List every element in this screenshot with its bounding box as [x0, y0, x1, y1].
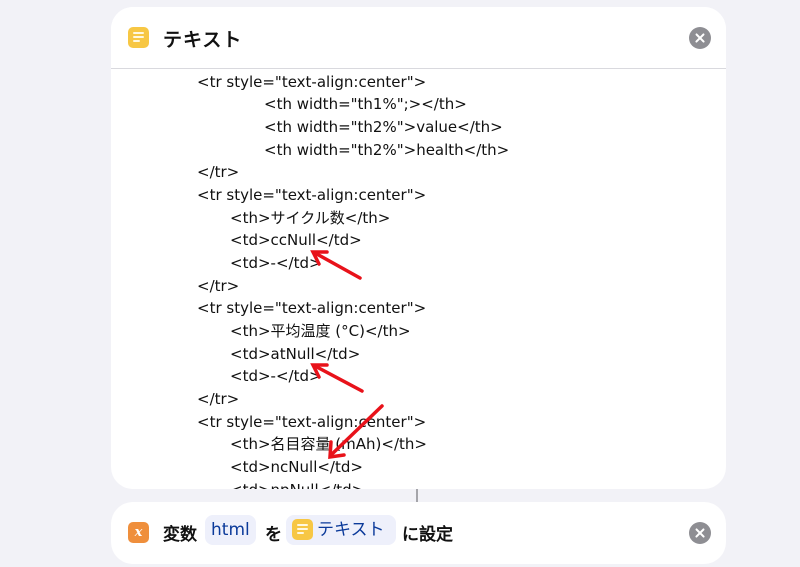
- code-line: <tr style="text-align:center">: [197, 299, 427, 317]
- action-connector: [416, 489, 418, 503]
- code-line: <th width="th1%";></th>: [264, 95, 467, 113]
- text-action-card[interactable]: テキスト <tr style="text-align:center"> <th …: [111, 7, 726, 489]
- code-line: <th>名目容量 (mAh)</th>: [230, 435, 427, 453]
- code-line: </tr>: [197, 163, 240, 181]
- code-line: <th>サイクル数</th>: [230, 209, 391, 227]
- code-line: <td>ncNull</td>: [230, 458, 363, 476]
- note-icon: [128, 27, 149, 48]
- code-line: <tr style="text-align:center">: [197, 186, 427, 204]
- code-line: </tr>: [197, 390, 240, 408]
- text-editor[interactable]: <tr style="text-align:center"> <th width…: [111, 70, 726, 489]
- code-line: <td>-</td>: [230, 367, 322, 385]
- code-line: <td>npNull</td>: [230, 480, 364, 489]
- set-variable-action-card[interactable]: x 変数 html を テキスト に設定: [111, 502, 726, 564]
- code-line: <th width="th2%">health</th>: [264, 141, 510, 159]
- action-suffix: に設定: [402, 525, 453, 545]
- variable-icon: x: [128, 522, 149, 543]
- variable-name-token[interactable]: html: [205, 515, 256, 545]
- value-token-label: テキスト: [317, 520, 385, 540]
- code-line: <th width="th2%">value</th>: [264, 118, 503, 136]
- close-icon[interactable]: [689, 27, 711, 49]
- code-line: </tr>: [197, 277, 240, 295]
- set-variable-row: x 変数 html を テキスト に設定: [111, 502, 726, 564]
- value-token[interactable]: テキスト: [286, 515, 396, 545]
- action-verb: 変数: [163, 525, 197, 545]
- particle-label: を: [265, 525, 282, 545]
- text-action-header: テキスト: [111, 7, 726, 69]
- code-line: <th>平均温度 (°C)</th>: [230, 322, 411, 340]
- code-line: <td>ccNull</td>: [230, 231, 362, 249]
- code-line: <tr style="text-align:center">: [197, 73, 427, 91]
- code-line: <td>-</td>: [230, 254, 322, 272]
- close-icon[interactable]: [689, 522, 711, 544]
- code-line: <td>atNull</td>: [230, 345, 361, 363]
- action-title: テキスト: [163, 29, 243, 51]
- code-line: <tr style="text-align:center">: [197, 413, 427, 431]
- note-icon: [292, 519, 313, 540]
